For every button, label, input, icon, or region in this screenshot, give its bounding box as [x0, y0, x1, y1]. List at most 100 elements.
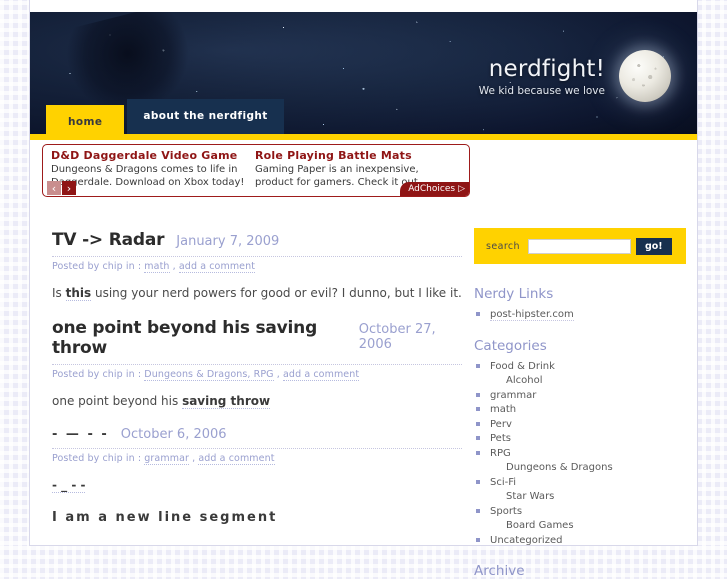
category-label[interactable]: Sci-Fi [490, 477, 516, 488]
category-label[interactable]: Sports [490, 506, 522, 517]
post-body-link[interactable]: this [65, 286, 92, 301]
ad-text-1: Dungeons & Dragons comes to life in Dagg… [51, 164, 245, 188]
moon-icon [619, 50, 671, 102]
post-item: - — - - October 6, 2006 Posted by chip i… [52, 427, 462, 494]
post-header: one point beyond his saving throw Octobe… [52, 318, 462, 358]
post-item: I am a new line segment [52, 510, 462, 525]
post-body-before: Is [52, 286, 66, 300]
ad-pager: ‹ › [47, 181, 76, 195]
list-item: post-hipster.com [474, 308, 697, 322]
ad-title-2[interactable]: Role Playing Battle Mats [255, 149, 451, 162]
nav-tab-about[interactable]: about the nerdfight [127, 99, 284, 134]
links-list: post-hipster.com [474, 308, 697, 322]
post-divider [52, 364, 462, 366]
categories-widget: Categories Food & Drink Alcohol grammar … [474, 338, 697, 548]
nerdy-links-widget: Nerdy Links post-hipster.com [474, 286, 697, 322]
category-label[interactable]: Uncategorized [490, 535, 562, 546]
ad-next-arrow-icon[interactable]: › [62, 181, 76, 195]
list-item: Perv [474, 418, 697, 432]
categories-list: Food & Drink Alcohol grammar math Perv P… [474, 360, 697, 548]
category-label[interactable]: Food & Drink [490, 361, 555, 372]
main-region: TV -> Radar January 7, 2009 Posted by ch… [30, 212, 697, 579]
post-date: October 6, 2006 [120, 426, 227, 442]
list-item: grammar [474, 389, 697, 403]
page-container: nerdfight! We kid because we love home a… [30, 0, 697, 579]
category-label[interactable]: Perv [490, 419, 512, 430]
archive-widget: Archive [474, 563, 697, 579]
list-item: math [474, 403, 697, 417]
post-body-link[interactable]: - _ - - [52, 477, 86, 493]
link-label[interactable]: post-hipster.com [490, 309, 574, 321]
post-body: - _ - - [52, 477, 462, 494]
post-category-link[interactable]: Dungeons & Dragons, RPG [144, 369, 274, 382]
list-item: Star Wars [474, 490, 697, 504]
adchoices-badge[interactable]: AdChoices ▷ [400, 182, 469, 196]
list-item: Food & Drink [474, 360, 697, 374]
category-label[interactable]: RPG [490, 448, 511, 459]
post-category-link[interactable]: grammar [144, 452, 189, 465]
post-date: October 27, 2006 [358, 322, 436, 353]
post-header: TV -> Radar January 7, 2009 [52, 230, 462, 250]
sidebar: search go! Nerdy Links post-hipster.com … [462, 212, 697, 579]
post-comment-link[interactable]: add a comment [178, 261, 256, 273]
meta-separator: , [273, 369, 284, 381]
post-category-link[interactable]: math [144, 261, 170, 273]
post-meta: Posted by chip in : math , add a comment [52, 261, 462, 273]
site-title: nerdfight! [488, 56, 605, 82]
post-date: January 7, 2009 [176, 234, 280, 249]
post-comment-link[interactable]: add a comment [283, 369, 360, 382]
list-item: Dungeons & Dragons [474, 461, 697, 475]
widget-title: Nerdy Links [474, 286, 554, 302]
category-label[interactable]: math [490, 404, 516, 415]
post-body-after: using your nerd powers for good or evil?… [91, 286, 462, 300]
post-meta-prefix: Posted by chip in : [52, 261, 142, 272]
post-title[interactable]: one point beyond his saving throw [52, 318, 347, 358]
ad-slot-1: D&D Daggerdale Video Game Dungeons & Dra… [51, 149, 247, 189]
adchoices-triangle-icon: ▷ [458, 184, 465, 194]
site-tagline: We kid because we love [478, 85, 605, 97]
post-title[interactable]: I am a new line segment [52, 510, 277, 525]
advertisement-banner: D&D Daggerdale Video Game Dungeons & Dra… [42, 144, 470, 197]
list-item: RPG [474, 447, 697, 461]
post-header: I am a new line segment [52, 510, 462, 525]
post-meta: Posted by chip in : grammar , add a comm… [52, 452, 462, 465]
category-label[interactable]: grammar [490, 390, 536, 401]
post-header: - — - - October 6, 2006 [52, 427, 462, 442]
list-item: Pets [474, 432, 697, 446]
category-label[interactable]: Alcohol [506, 375, 542, 386]
meta-separator: , [169, 261, 179, 272]
search-input[interactable] [527, 238, 631, 254]
post-comment-link[interactable]: add a comment [198, 452, 275, 465]
category-label[interactable]: Star Wars [506, 491, 554, 502]
post-meta: Posted by chip in : Dungeons & Dragons, … [52, 369, 462, 382]
ad-prev-arrow-icon[interactable]: ‹ [47, 181, 61, 195]
post-item: one point beyond his saving throw Octobe… [52, 318, 462, 410]
list-item: Board Games [474, 519, 697, 533]
category-label[interactable]: Dungeons & Dragons [506, 462, 613, 473]
widget-title: Archive [474, 563, 525, 579]
post-item: TV -> Radar January 7, 2009 Posted by ch… [52, 230, 462, 302]
category-label[interactable]: Board Games [506, 520, 574, 531]
nav-tab-home[interactable]: home [46, 105, 125, 140]
post-body: Is this using your nerd powers for good … [52, 285, 462, 302]
search-widget: search go! [474, 228, 686, 264]
list-item: Sci-Fi [474, 476, 697, 490]
widget-title: Categories [474, 337, 547, 354]
post-body: one point beyond his saving throw [52, 393, 462, 410]
post-list: TV -> Radar January 7, 2009 Posted by ch… [30, 212, 462, 545]
meta-separator: , [189, 452, 199, 464]
list-item: Alcohol [474, 374, 697, 388]
post-title[interactable]: TV -> Radar [52, 230, 164, 250]
adchoices-label: AdChoices [408, 184, 456, 194]
search-go-button[interactable]: go! [635, 237, 672, 255]
post-title[interactable]: - — - - [52, 427, 109, 442]
search-label: search [486, 240, 520, 252]
list-item: Sports [474, 505, 697, 519]
post-body-before: one point beyond his [52, 394, 183, 409]
post-divider [52, 256, 462, 257]
ad-title-1[interactable]: D&D Daggerdale Video Game [51, 149, 247, 162]
post-meta-prefix: Posted by chip in : [52, 452, 142, 464]
category-label[interactable]: Pets [490, 433, 511, 444]
post-body-link[interactable]: saving throw [182, 394, 271, 410]
primary-navigation: home about the nerdfight [46, 99, 284, 140]
